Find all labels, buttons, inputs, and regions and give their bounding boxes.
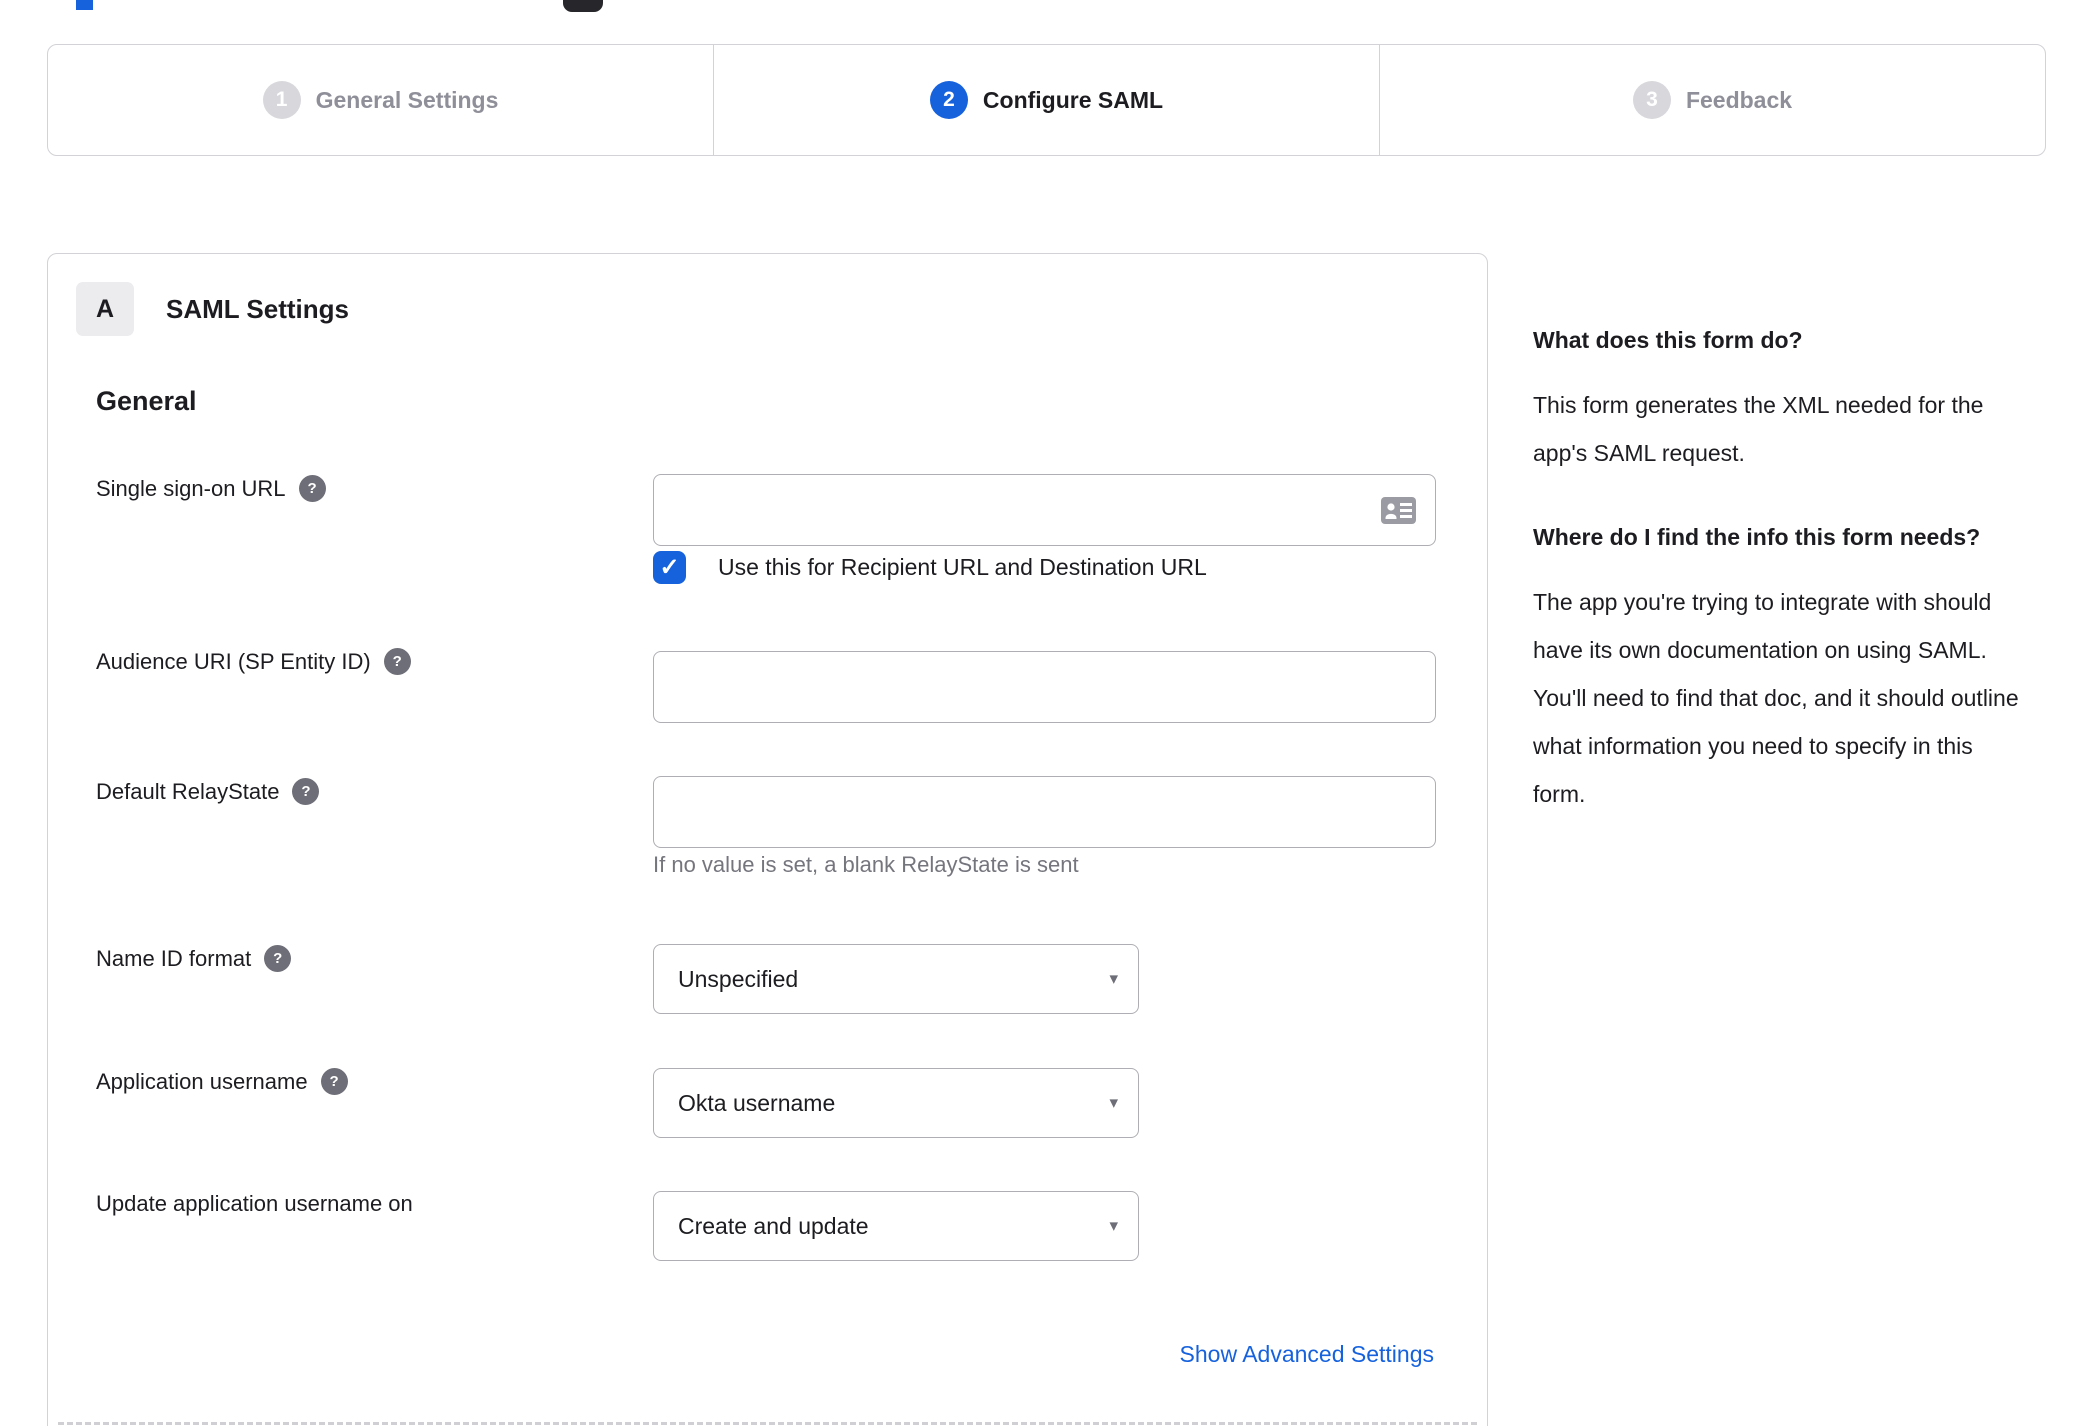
nameid-format-select[interactable]: Unspecified ▾	[653, 944, 1139, 1014]
recipient-url-checkbox[interactable]: ✓	[653, 551, 686, 584]
help-icon[interactable]: ?	[264, 945, 292, 972]
update-username-label: Update application username on	[96, 1191, 413, 1216]
step-2-label: Configure SAML	[982, 86, 1164, 113]
step-1-label: General Settings	[315, 86, 499, 113]
help-answer-1: This form generates the XML needed for t…	[1533, 392, 1984, 466]
nameid-format-label: Name ID format	[96, 945, 252, 971]
audience-uri-label-row: Audience URI (SP Entity ID) ?	[96, 648, 411, 675]
step-1-circle: 1	[262, 81, 301, 119]
saml-settings-panel: A SAML Settings General Single sign-on U…	[47, 253, 1488, 1426]
sso-url-input[interactable]	[653, 474, 1436, 546]
step-general-settings[interactable]: 1 General Settings	[48, 45, 713, 155]
checkmark-icon: ✓	[659, 554, 680, 581]
cutoff-logo-fragment	[76, 0, 93, 10]
audience-uri-label: Audience URI (SP Entity ID)	[96, 648, 371, 674]
app-username-label: Application username	[96, 1068, 308, 1094]
section-title: SAML Settings	[166, 294, 349, 324]
cutoff-icon-fragment	[563, 0, 603, 12]
wizard-steps: 1 General Settings 2 Configure SAML 3 Fe…	[47, 44, 2046, 156]
update-username-select[interactable]: Create and update ▾	[653, 1191, 1139, 1261]
help-question-2: Where do I find the info this form needs…	[1533, 524, 1981, 550]
help-icon[interactable]: ?	[320, 1068, 348, 1095]
relaystate-label: Default RelayState	[96, 778, 280, 804]
app-username-select[interactable]: Okta username ▾	[653, 1068, 1139, 1138]
help-icon[interactable]: ?	[383, 648, 411, 675]
help-sidebar: What does this form do? This form genera…	[1533, 322, 2030, 860]
step-configure-saml[interactable]: 2 Configure SAML	[713, 45, 1379, 155]
chevron-down-icon: ▾	[1109, 1093, 1118, 1112]
relaystate-input[interactable]	[653, 776, 1436, 848]
sso-url-input-wrap	[653, 474, 1436, 546]
help-icon[interactable]: ?	[292, 778, 320, 805]
nameid-format-value: Unspecified	[678, 965, 799, 992]
chevron-down-icon: ▾	[1109, 969, 1118, 988]
step-feedback[interactable]: 3 Feedback	[1379, 45, 2045, 155]
section-dashed-divider	[58, 1422, 1477, 1425]
app-username-label-row: Application username ?	[96, 1068, 348, 1095]
section-a-badge: A	[76, 282, 134, 336]
relaystate-hint: If no value is set, a blank RelayState i…	[653, 852, 1079, 877]
nameid-format-label-row: Name ID format ?	[96, 945, 292, 972]
step-2-circle: 2	[929, 81, 968, 119]
relaystate-label-row: Default RelayState ?	[96, 778, 320, 805]
step-3-label: Feedback	[1685, 86, 1793, 113]
show-advanced-settings-link[interactable]: Show Advanced Settings	[1180, 1341, 1434, 1368]
recipient-url-checkbox-row: ✓ Use this for Recipient URL and Destina…	[653, 551, 1207, 584]
app-username-value: Okta username	[678, 1089, 836, 1116]
update-username-value: Create and update	[678, 1212, 869, 1239]
sso-url-label-row: Single sign-on URL ?	[96, 475, 326, 502]
sso-url-label: Single sign-on URL	[96, 475, 286, 501]
contact-card-icon	[1381, 497, 1416, 524]
help-question-1: What does this form do?	[1533, 327, 1803, 353]
group-title-general: General	[96, 386, 197, 416]
audience-uri-input[interactable]	[653, 651, 1436, 723]
help-icon[interactable]: ?	[298, 475, 326, 502]
recipient-url-checkbox-label: Use this for Recipient URL and Destinati…	[718, 554, 1207, 580]
help-answer-2: The app you're trying to integrate with …	[1533, 589, 2019, 807]
step-3-circle: 3	[1632, 81, 1671, 119]
chevron-down-icon: ▾	[1109, 1216, 1118, 1235]
update-username-label-row: Update application username on	[96, 1191, 413, 1217]
